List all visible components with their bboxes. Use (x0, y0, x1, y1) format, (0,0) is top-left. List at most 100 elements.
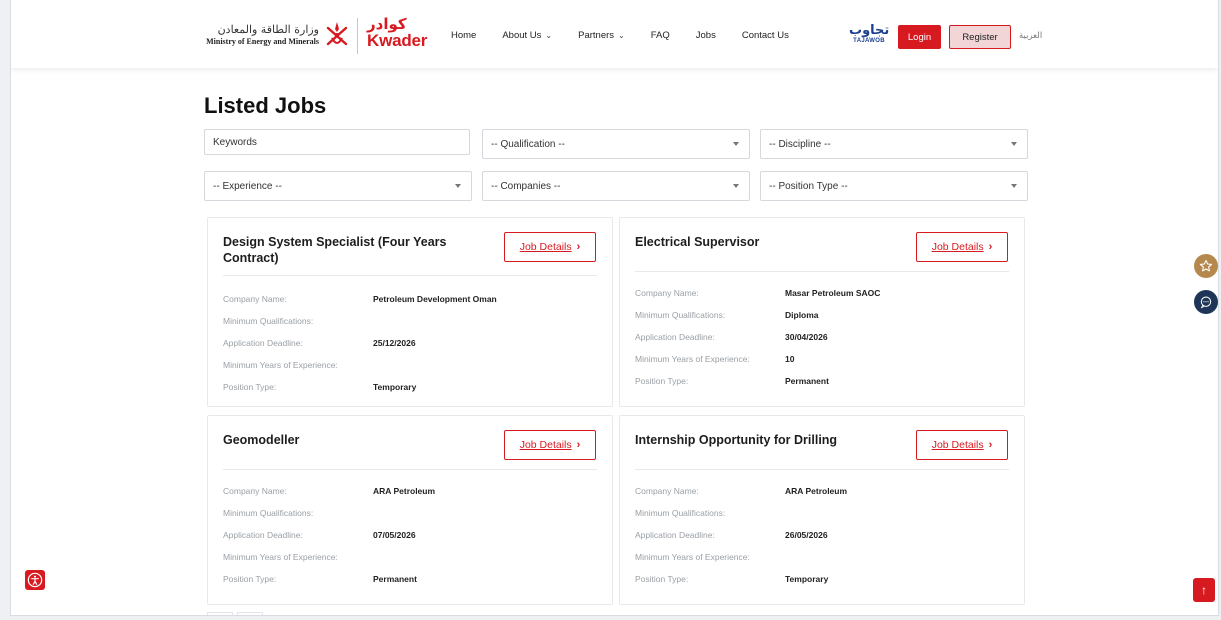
ministry-name-en: Ministry of Energy and Minerals (206, 37, 319, 46)
company-row: Company Name: Petroleum Development Oman (223, 294, 597, 308)
job-title[interactable]: Internship Opportunity for Drilling (635, 432, 895, 448)
caret-down-icon (455, 184, 461, 188)
position-type-value: Permanent (373, 574, 417, 584)
deadline-row: Application Deadline: 26/05/2026 (635, 530, 1009, 544)
nav-about-us[interactable]: About Us ⌄ (502, 30, 552, 41)
job-details-button[interactable]: Job Details › (504, 430, 596, 460)
company-value: ARA Petroleum (785, 486, 848, 496)
star-icon (1199, 259, 1213, 272)
job-title[interactable]: Design System Specialist (Four Years Con… (223, 234, 483, 266)
nav-jobs-label: Jobs (695, 30, 716, 41)
qualifications-label: Minimum Qualifications: (223, 316, 314, 326)
chat-button[interactable] (1194, 290, 1218, 314)
discipline-select-value: -- Discipline -- (769, 138, 831, 150)
nav-home-label: Home (451, 30, 477, 41)
tajawob-logo[interactable]: تجاوب TAJAWOB (849, 24, 889, 45)
arrow-up-icon: ↑ (1201, 583, 1207, 597)
card-divider (223, 469, 597, 470)
main-nav: Home About Us ⌄ Partners ⌄ FAQ Jobs Contac… (451, 30, 815, 41)
register-button[interactable]: Register (949, 25, 1011, 49)
nav-faq[interactable]: FAQ (651, 30, 670, 41)
kwader-logo[interactable]: كوادر Kwader (367, 16, 439, 56)
favorites-button[interactable] (1194, 254, 1218, 278)
experience-select[interactable]: -- Experience -- (204, 171, 472, 201)
caret-down-icon (733, 142, 739, 146)
chat-icon (1200, 296, 1212, 309)
position-type-value: Temporary (373, 382, 417, 392)
nav-contact-us-label: Contact Us (741, 30, 789, 41)
job-details-label: Job Details (931, 439, 984, 451)
accessibility-button[interactable] (25, 570, 45, 590)
nav-contact-us[interactable]: Contact Us (742, 30, 789, 41)
position-type-select[interactable]: -- Position Type -- (760, 171, 1028, 201)
job-details-button[interactable]: Job Details › (916, 232, 1008, 262)
scroll-to-top-button[interactable]: ↑ (1193, 578, 1215, 602)
job-title[interactable]: Electrical Supervisor (635, 234, 895, 250)
position-type-select-value: -- Position Type -- (769, 180, 848, 192)
experience-label: Minimum Years of Experience: (223, 360, 338, 370)
position-type-row: Position Type: Permanent (223, 574, 597, 588)
login-button[interactable]: Login (898, 25, 941, 49)
job-details-button[interactable]: Job Details › (504, 232, 596, 262)
language-switch[interactable]: العربية (1019, 31, 1042, 41)
experience-value: 10 (785, 354, 795, 364)
site-header: وزارة الطاقة والمعادن Ministry of Energy… (11, 0, 1218, 68)
company-value: Petroleum Development Oman (373, 294, 497, 304)
tajawob-name-en: TAJAWOB (853, 38, 885, 44)
position-type-row: Position Type: Permanent (635, 376, 1009, 390)
keywords-placeholder: Keywords (213, 136, 257, 148)
company-row: Company Name: Masar Petroleum SAOC (635, 288, 1009, 302)
qualifications-label: Minimum Qualifications: (635, 508, 726, 518)
experience-row: Minimum Years of Experience: (223, 360, 597, 374)
chevron-down-icon: ⌄ (618, 31, 625, 40)
chevron-right-icon: › (988, 439, 993, 451)
discipline-select[interactable]: -- Discipline -- (760, 129, 1028, 159)
companies-select[interactable]: -- Companies -- (482, 171, 750, 201)
job-card: Electrical Supervisor Job Details › Comp… (619, 217, 1025, 407)
pagination-button[interactable] (237, 612, 263, 615)
experience-row: Minimum Years of Experience: (223, 552, 597, 566)
experience-label: Minimum Years of Experience: (635, 552, 750, 562)
deadline-row: Application Deadline: 30/04/2026 (635, 332, 1009, 346)
oman-emblem-icon (326, 22, 348, 46)
experience-label: Minimum Years of Experience: (635, 354, 750, 364)
caret-down-icon (733, 184, 739, 188)
position-type-value: Temporary (785, 574, 829, 584)
company-row: Company Name: ARA Petroleum (223, 486, 597, 500)
qualification-select-value: -- Qualification -- (491, 138, 565, 150)
nav-partners[interactable]: Partners ⌄ (578, 30, 625, 41)
qualifications-row: Minimum Qualifications: (635, 508, 1009, 522)
pagination-button[interactable] (207, 612, 233, 615)
ministry-logo[interactable]: وزارة الطاقة والمعادن Ministry of Energy… (199, 15, 351, 55)
deadline-value: 07/05/2026 (373, 530, 416, 540)
caret-down-icon (1011, 184, 1017, 188)
position-type-row: Position Type: Temporary (635, 574, 1009, 588)
qualifications-label: Minimum Qualifications: (635, 310, 726, 320)
keywords-input[interactable]: Keywords (204, 129, 470, 155)
experience-select-value: -- Experience -- (213, 180, 282, 192)
nav-about-us-label: About Us (502, 30, 542, 41)
job-details-label: Job Details (519, 241, 572, 253)
deadline-label: Application Deadline: (635, 332, 715, 342)
deadline-row: Application Deadline: 25/12/2026 (223, 338, 597, 352)
job-title[interactable]: Geomodeller (223, 432, 483, 448)
company-label: Company Name: (635, 486, 699, 496)
qualifications-row: Minimum Qualifications: (223, 508, 597, 522)
chevron-down-icon: ⌄ (545, 31, 553, 40)
position-type-value: Permanent (785, 376, 829, 386)
chevron-right-icon: › (988, 241, 993, 253)
logo-divider (357, 18, 358, 54)
experience-row: Minimum Years of Experience: 10 (635, 354, 1009, 368)
company-label: Company Name: (223, 294, 287, 304)
qualification-select[interactable]: -- Qualification -- (482, 129, 750, 159)
job-details-button[interactable]: Job Details › (916, 430, 1008, 460)
caret-down-icon (1011, 142, 1017, 146)
nav-jobs[interactable]: Jobs (696, 30, 716, 41)
card-divider (223, 275, 597, 276)
nav-home[interactable]: Home (451, 30, 476, 41)
company-value: Masar Petroleum SAOC (785, 288, 881, 298)
experience-row: Minimum Years of Experience: (635, 552, 1009, 566)
experience-label: Minimum Years of Experience: (223, 552, 338, 562)
job-details-label: Job Details (519, 439, 572, 451)
company-value: ARA Petroleum (373, 486, 436, 496)
